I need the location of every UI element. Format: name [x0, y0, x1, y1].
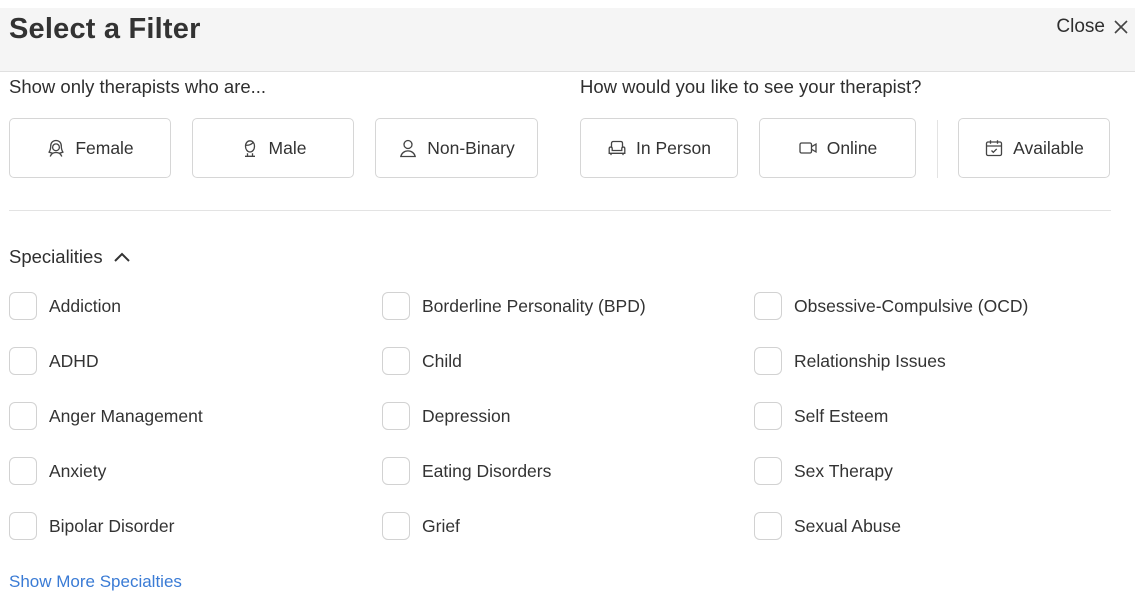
- close-icon: [1114, 20, 1128, 34]
- specialty-label: Depression: [422, 405, 511, 426]
- non-binary-label: Non-Binary: [427, 137, 515, 158]
- chip-divider: [937, 120, 938, 178]
- specialty-label: Anger Management: [49, 405, 203, 426]
- female-label: Female: [75, 137, 134, 158]
- female-icon: [48, 139, 65, 157]
- specialty-label: Borderline Personality (BPD): [422, 295, 646, 316]
- section-divider: [9, 210, 1111, 211]
- checkbox[interactable]: [382, 292, 410, 320]
- specialty-label: Anxiety: [49, 460, 107, 481]
- checkbox[interactable]: [382, 512, 410, 540]
- specialities-toggle[interactable]: Specialities: [9, 246, 131, 268]
- specialty-label: Child: [422, 350, 462, 371]
- specialty-label: Sex Therapy: [794, 460, 893, 481]
- calendar-icon: [985, 140, 1003, 157]
- filter-header: Select a Filter Close: [0, 8, 1135, 72]
- specialty-checkbox-sex-therapy[interactable]: Sex Therapy: [754, 457, 893, 485]
- checkbox[interactable]: [754, 292, 782, 320]
- checkbox[interactable]: [9, 292, 37, 320]
- specialty-checkbox-depression[interactable]: Depression: [382, 402, 511, 430]
- checkbox[interactable]: [382, 402, 410, 430]
- specialty-checkbox-ocd[interactable]: Obsessive-Compulsive (OCD): [754, 292, 1028, 320]
- online-label: Online: [826, 137, 878, 158]
- video-icon: [799, 142, 817, 154]
- checkbox[interactable]: [382, 457, 410, 485]
- specialty-label: ADHD: [49, 350, 99, 371]
- male-icon: [244, 140, 255, 157]
- specialty-checkbox-bipolar-disorder[interactable]: Bipolar Disorder: [9, 512, 174, 540]
- male-label: Male: [268, 137, 307, 158]
- checkbox[interactable]: [382, 347, 410, 375]
- specialty-label: Addiction: [49, 295, 121, 316]
- specialty-checkbox-anger-management[interactable]: Anger Management: [9, 402, 203, 430]
- specialty-checkbox-bpd[interactable]: Borderline Personality (BPD): [382, 292, 646, 320]
- checkbox[interactable]: [9, 457, 37, 485]
- checkbox[interactable]: [754, 402, 782, 430]
- checkbox[interactable]: [754, 347, 782, 375]
- specialty-label: Obsessive-Compulsive (OCD): [794, 295, 1029, 316]
- checkbox[interactable]: [9, 347, 37, 375]
- specialty-label: Self Esteem: [794, 405, 889, 426]
- specialty-checkbox-self-esteem[interactable]: Self Esteem: [754, 402, 888, 430]
- available-filter-button[interactable]: Available: [958, 118, 1110, 178]
- female-filter-button[interactable]: Female: [9, 118, 171, 178]
- specialty-label: Bipolar Disorder: [49, 515, 175, 536]
- specialty-checkbox-adhd[interactable]: ADHD: [9, 347, 99, 375]
- checkbox[interactable]: [9, 402, 37, 430]
- specialty-checkbox-grief[interactable]: Grief: [382, 512, 460, 540]
- close-button[interactable]: Close: [1056, 16, 1129, 38]
- person-icon: [400, 139, 417, 158]
- close-label: Close: [1056, 16, 1105, 37]
- specialty-label: Eating Disorders: [422, 460, 552, 481]
- specialty-label: Sexual Abuse: [794, 515, 902, 536]
- format-heading: How would you like to see your therapist…: [580, 76, 922, 97]
- in-person-label: In Person: [636, 137, 711, 158]
- specialty-checkbox-anxiety[interactable]: Anxiety: [9, 457, 106, 485]
- checkbox[interactable]: [754, 512, 782, 540]
- specialty-checkbox-relationship-issues[interactable]: Relationship Issues: [754, 347, 946, 375]
- specialty-checkbox-eating-disorders[interactable]: Eating Disorders: [382, 457, 551, 485]
- male-filter-button[interactable]: Male: [192, 118, 354, 178]
- online-filter-button[interactable]: Online: [759, 118, 916, 178]
- page-title: Select a Filter: [9, 13, 201, 45]
- gender-heading: Show only therapists who are...: [9, 76, 267, 97]
- chevron-up-icon: [113, 252, 130, 262]
- specialities-heading: Specialities: [9, 246, 103, 267]
- specialty-checkbox-child[interactable]: Child: [382, 347, 462, 375]
- non-binary-filter-button[interactable]: Non-Binary: [375, 118, 538, 178]
- couch-icon: [608, 140, 626, 156]
- show-more-specialties-link[interactable]: Show More Specialties: [9, 572, 182, 592]
- specialty-checkbox-addiction[interactable]: Addiction: [9, 292, 121, 320]
- specialty-checkbox-sexual-abuse[interactable]: Sexual Abuse: [754, 512, 901, 540]
- in-person-filter-button[interactable]: In Person: [580, 118, 738, 178]
- specialty-label: Grief: [422, 515, 460, 536]
- checkbox[interactable]: [754, 457, 782, 485]
- specialty-label: Relationship Issues: [794, 350, 946, 371]
- checkbox[interactable]: [9, 512, 37, 540]
- available-label: Available: [1013, 137, 1084, 158]
